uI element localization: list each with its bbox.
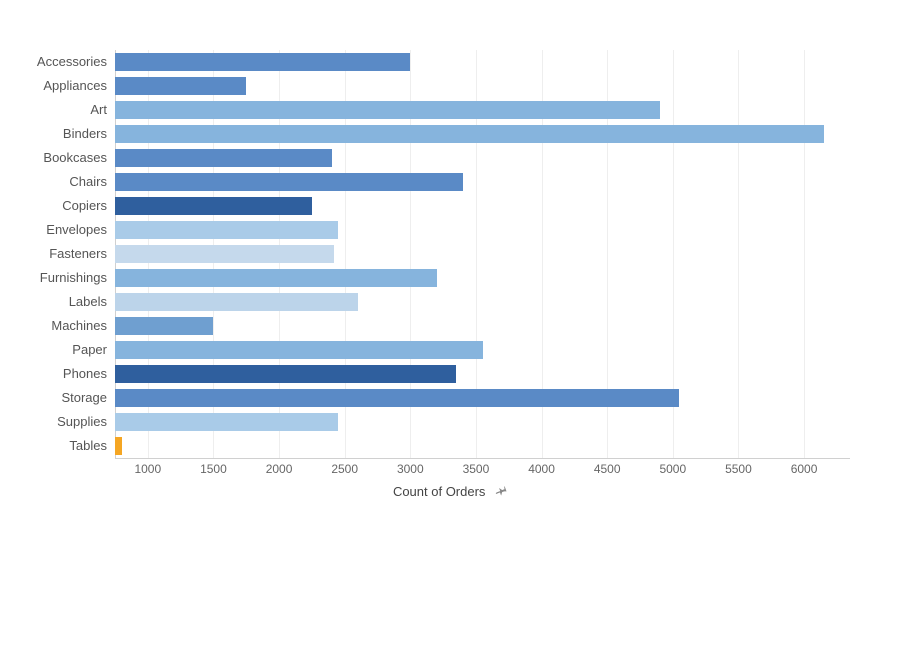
y-tick-label: Machines: [0, 314, 107, 338]
bar-row: [115, 386, 850, 410]
bar[interactable]: [115, 389, 679, 407]
x-tick-label: 1500: [200, 462, 227, 476]
y-tick-label: Tables: [0, 434, 107, 458]
bar-row: [115, 434, 850, 458]
bar[interactable]: [115, 317, 213, 335]
bar[interactable]: [115, 101, 660, 119]
y-tick-label: Supplies: [0, 410, 107, 434]
bar[interactable]: [115, 413, 338, 431]
bar-row: [115, 362, 850, 386]
y-tick-label: Paper: [0, 338, 107, 362]
bar-row: [115, 194, 850, 218]
x-tick-label: 6000: [791, 462, 818, 476]
y-tick-label: Accessories: [0, 50, 107, 74]
bar-row: [115, 170, 850, 194]
bar[interactable]: [115, 245, 334, 263]
bar-row: [115, 74, 850, 98]
x-tick-label: 5500: [725, 462, 752, 476]
bar[interactable]: [115, 269, 437, 287]
y-tick-label: Phones: [0, 362, 107, 386]
x-tick-label: 5000: [659, 462, 686, 476]
x-tick-label: 4500: [594, 462, 621, 476]
y-tick-label: Furnishings: [0, 266, 107, 290]
bar[interactable]: [115, 197, 312, 215]
bar-row: [115, 98, 850, 122]
bar[interactable]: [115, 53, 410, 71]
bar[interactable]: [115, 341, 483, 359]
y-tick-label: Storage: [0, 386, 107, 410]
x-tick-label: 4000: [528, 462, 555, 476]
bar[interactable]: [115, 149, 332, 167]
y-tick-label: Labels: [0, 290, 107, 314]
bar-row: [115, 314, 850, 338]
bar-row: [115, 218, 850, 242]
bar-row: [115, 290, 850, 314]
x-axis-line: [115, 458, 850, 459]
bar-row: [115, 146, 850, 170]
bar-row: [115, 50, 850, 74]
bar[interactable]: [115, 77, 246, 95]
x-tick-label: 2500: [331, 462, 358, 476]
y-tick-label: Chairs: [0, 170, 107, 194]
bar-row: [115, 242, 850, 266]
y-tick-label: Appliances: [0, 74, 107, 98]
bar[interactable]: [115, 293, 358, 311]
y-tick-label: Bookcases: [0, 146, 107, 170]
x-axis-title: Count of Orders: [0, 484, 900, 499]
x-tick-label: 2000: [266, 462, 293, 476]
pin-icon[interactable]: [492, 482, 509, 501]
bar-row: [115, 338, 850, 362]
bar[interactable]: [115, 221, 338, 239]
bar-row: [115, 122, 850, 146]
bar[interactable]: [115, 173, 463, 191]
x-tick-label: 1000: [134, 462, 161, 476]
x-tick-label: 3000: [397, 462, 424, 476]
x-tick-label: 3500: [463, 462, 490, 476]
x-axis-title-text: Count of Orders: [393, 484, 486, 499]
y-tick-label: Fasteners: [0, 242, 107, 266]
bar-row: [115, 410, 850, 434]
plot-area: [115, 50, 850, 458]
bar-row: [115, 266, 850, 290]
y-tick-label: Art: [0, 98, 107, 122]
bar[interactable]: [115, 365, 456, 383]
bar[interactable]: [115, 437, 122, 455]
chart-container: AccessoriesAppliancesArtBindersBookcases…: [0, 0, 900, 650]
y-tick-label: Envelopes: [0, 218, 107, 242]
bar[interactable]: [115, 125, 824, 143]
y-tick-label: Binders: [0, 122, 107, 146]
y-tick-label: Copiers: [0, 194, 107, 218]
